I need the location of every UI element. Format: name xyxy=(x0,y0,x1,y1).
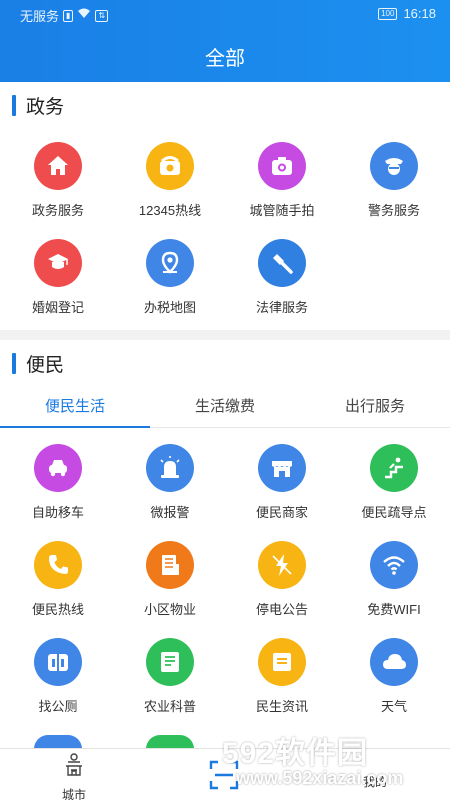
civ-item[interactable]: 停电公告 xyxy=(226,541,338,618)
civ-item-label: 找公厕 xyxy=(38,699,78,714)
data-icon: ⇅ xyxy=(95,9,109,22)
civ-item-label: 小区物业 xyxy=(143,602,196,617)
civ-item-label: 便民商家 xyxy=(255,505,308,520)
civ-title-text: 便民 xyxy=(26,354,65,376)
gov-item-label: 城管随手拍 xyxy=(249,203,315,218)
gov-item[interactable]: 警务服务 xyxy=(338,142,450,219)
civ-item[interactable]: 找公厕 xyxy=(2,638,114,715)
gov-item[interactable]: 12345热线 xyxy=(114,142,226,219)
civ-item-label: 天气 xyxy=(380,699,407,714)
siren-icon xyxy=(146,444,194,492)
gov-item-label: 12345热线 xyxy=(138,203,202,218)
city-pagoda-icon xyxy=(66,753,82,776)
tab-payment[interactable]: 生活缴费 xyxy=(150,388,300,427)
gov-section: 政务 政务服务 12345热线 城管随手拍 警务服务婚姻登记 办税地图 法律服务 xyxy=(0,82,450,330)
building-icon xyxy=(146,541,194,589)
civ-item[interactable]: 便民热线 xyxy=(2,541,114,618)
civ-section-title: 便民 xyxy=(12,352,65,376)
telephone-icon xyxy=(146,142,194,190)
page-title: 全部 xyxy=(205,48,245,70)
watermark-url: www.592xiazai.com xyxy=(236,768,404,788)
title-accent-bar xyxy=(12,352,16,374)
status-bar: 无服务 ▮ ⇅ 100 16:18 xyxy=(0,0,450,28)
shop-icon xyxy=(258,444,306,492)
civ-item[interactable]: 民生资讯 xyxy=(226,638,338,715)
police-icon xyxy=(370,142,418,190)
gov-item-label: 办税地图 xyxy=(143,300,196,315)
gov-item-label: 警务服务 xyxy=(367,203,420,218)
gov-item[interactable]: 法律服务 xyxy=(226,239,338,316)
tab-travel[interactable]: 出行服务 xyxy=(300,388,450,427)
carrier-text: 无服务 xyxy=(20,9,60,24)
civ-section: 便民 便民生活 生活缴费 出行服务 自助移车 微报警 便民商家 便民疏导点便民热线 小区… xyxy=(0,340,450,750)
civ-item-label: 便民热线 xyxy=(31,602,84,617)
gov-title-text: 政务 xyxy=(26,96,65,118)
civ-item-label: 微报警 xyxy=(150,505,190,520)
marriage-icon xyxy=(34,239,82,287)
phone-icon xyxy=(34,541,82,589)
toilet-icon xyxy=(34,638,82,686)
partial-item-icon xyxy=(146,735,194,749)
civ-item[interactable]: 农业科普 xyxy=(114,638,226,715)
title-accent-bar xyxy=(12,94,16,116)
gov-item-label: 法律服务 xyxy=(255,300,308,315)
book-icon xyxy=(146,638,194,686)
civ-item-label: 停电公告 xyxy=(255,602,308,617)
civ-item[interactable]: 天气 xyxy=(338,638,450,715)
battery-icon: 100 xyxy=(378,7,398,20)
gov-item-label: 婚姻登记 xyxy=(31,300,84,315)
civ-item[interactable]: 微报警 xyxy=(114,444,226,521)
wifi-icon xyxy=(370,541,418,589)
gov-item[interactable]: 城管随手拍 xyxy=(226,142,338,219)
civ-item[interactable]: 便民商家 xyxy=(226,444,338,521)
clock-text: 16:18 xyxy=(403,6,436,21)
nav-city[interactable]: 城市 xyxy=(42,753,106,800)
home-icon xyxy=(34,142,82,190)
site-watermark: 592软件园 www.592xiazai.com xyxy=(222,716,450,800)
gov-section-title: 政务 xyxy=(12,94,65,118)
gavel-icon xyxy=(258,239,306,287)
gov-item[interactable]: 婚姻登记 xyxy=(2,239,114,316)
watermark-brand: 592软件园 xyxy=(222,737,369,770)
stairs-icon xyxy=(370,444,418,492)
camera-icon xyxy=(258,142,306,190)
civ-item[interactable]: 免费WIFI xyxy=(338,541,450,618)
car-icon xyxy=(34,444,82,492)
civ-item-label: 免费WIFI xyxy=(367,602,421,617)
tab-life[interactable]: 便民生活 xyxy=(0,388,150,428)
civ-item-label: 农业科普 xyxy=(143,699,196,714)
map-pin-icon xyxy=(146,239,194,287)
civ-item-label: 民生资讯 xyxy=(255,699,308,714)
nav-city-label: 城市 xyxy=(61,788,86,800)
app-header: 无服务 ▮ ⇅ 100 16:18 全部 xyxy=(0,0,450,82)
sim-icon: ▮ xyxy=(63,9,74,22)
civ-item[interactable]: 小区物业 xyxy=(114,541,226,618)
civ-tabs: 便民生活 生活缴费 出行服务 xyxy=(0,388,450,428)
news-icon xyxy=(258,638,306,686)
gov-item-label: 政务服务 xyxy=(31,203,84,218)
partial-item-icon xyxy=(34,735,82,749)
gov-item[interactable]: 办税地图 xyxy=(114,239,226,316)
power-icon xyxy=(258,541,306,589)
gov-item[interactable]: 政务服务 xyxy=(2,142,114,219)
cloud-icon xyxy=(370,638,418,686)
civ-item-label: 自助移车 xyxy=(31,505,84,520)
civ-item-label: 便民疏导点 xyxy=(361,505,427,520)
civ-item[interactable]: 便民疏导点 xyxy=(338,444,450,521)
wifi-status-icon xyxy=(77,8,91,23)
civ-item[interactable]: 自助移车 xyxy=(2,444,114,521)
